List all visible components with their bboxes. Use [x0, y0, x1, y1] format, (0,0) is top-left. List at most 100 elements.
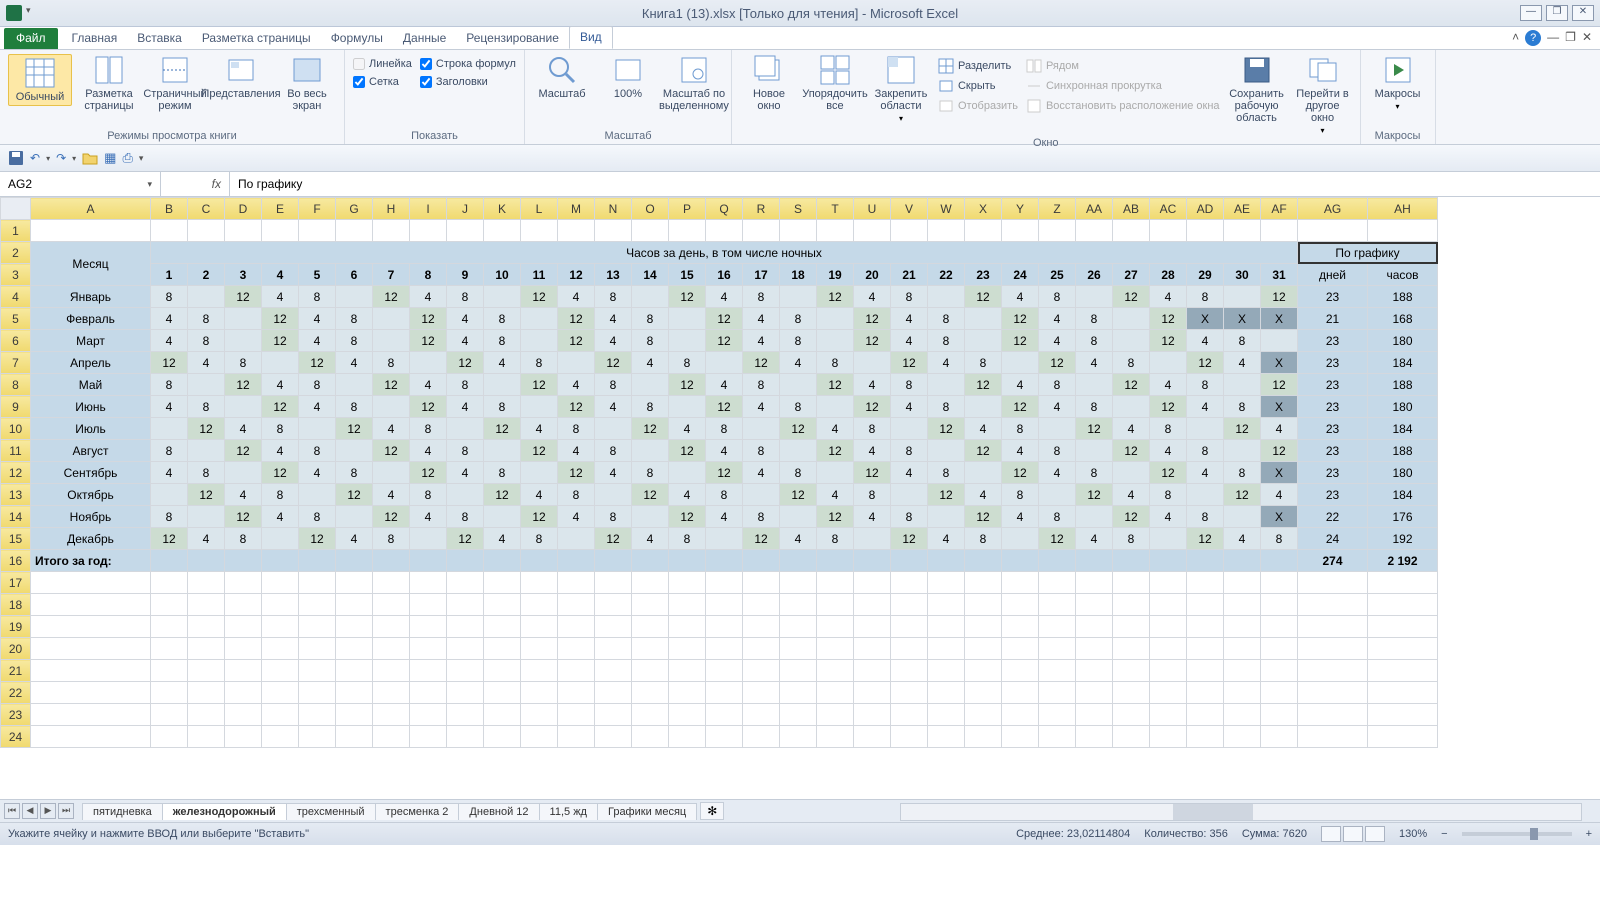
cell[interactable]: 12: [1076, 484, 1113, 506]
macros-button[interactable]: Макросы▾: [1369, 54, 1427, 111]
cell[interactable]: 12: [1076, 418, 1113, 440]
cell[interactable]: [743, 616, 780, 638]
cell[interactable]: 12: [336, 418, 373, 440]
cell[interactable]: [854, 352, 891, 374]
cell[interactable]: 12: [669, 374, 706, 396]
month-name[interactable]: Сентябрь: [31, 462, 151, 484]
cell[interactable]: [336, 594, 373, 616]
cell[interactable]: 12: [817, 286, 854, 308]
qat-btn-1[interactable]: ▦: [104, 150, 116, 166]
col-header[interactable]: E: [262, 198, 299, 220]
doc-close-icon[interactable]: ✕: [1582, 30, 1592, 46]
cell[interactable]: 12: [484, 484, 521, 506]
cell[interactable]: 12: [632, 418, 669, 440]
col-header[interactable]: O: [632, 198, 669, 220]
cell[interactable]: [1113, 396, 1150, 418]
cell[interactable]: [1261, 704, 1298, 726]
cell[interactable]: 8: [632, 330, 669, 352]
cell[interactable]: 12: [373, 506, 410, 528]
cell[interactable]: [225, 638, 262, 660]
cell[interactable]: [854, 638, 891, 660]
cell[interactable]: 12: [521, 506, 558, 528]
cell[interactable]: 12: [558, 462, 595, 484]
cell[interactable]: [262, 352, 299, 374]
cell[interactable]: 12: [632, 484, 669, 506]
cell[interactable]: 12: [1113, 374, 1150, 396]
cell[interactable]: [780, 726, 817, 748]
cell[interactable]: [669, 396, 706, 418]
cell[interactable]: [1368, 660, 1438, 682]
tab-page-layout[interactable]: Разметка страницы: [192, 28, 321, 49]
cell[interactable]: 12: [225, 374, 262, 396]
qat-more-icon[interactable]: ▾: [139, 153, 144, 164]
cell[interactable]: 4: [299, 396, 336, 418]
new-sheet-icon[interactable]: ✻: [700, 802, 724, 820]
sheet-tab[interactable]: Графики месяц: [597, 803, 697, 820]
cell[interactable]: [780, 506, 817, 528]
cell[interactable]: [928, 440, 965, 462]
cell[interactable]: 12: [854, 308, 891, 330]
cell[interactable]: 12: [1150, 396, 1187, 418]
cell[interactable]: [31, 572, 151, 594]
cell[interactable]: 8: [595, 506, 632, 528]
cell[interactable]: 12: [558, 330, 595, 352]
close-button[interactable]: ✕: [1572, 5, 1594, 21]
cell[interactable]: 12: [1002, 330, 1039, 352]
cell[interactable]: [299, 660, 336, 682]
cell[interactable]: 8: [558, 484, 595, 506]
cell[interactable]: [225, 396, 262, 418]
cell[interactable]: 12: [965, 374, 1002, 396]
cell[interactable]: 8: [188, 308, 225, 330]
month-days[interactable]: 22: [1298, 506, 1368, 528]
cell[interactable]: X: [1261, 352, 1298, 374]
cell[interactable]: 12: [965, 286, 1002, 308]
cell[interactable]: [188, 374, 225, 396]
cell[interactable]: [1187, 220, 1224, 242]
cell[interactable]: 8: [299, 506, 336, 528]
sheet-tab[interactable]: железнодорожный: [162, 803, 287, 820]
cell[interactable]: [299, 682, 336, 704]
col-header[interactable]: F: [299, 198, 336, 220]
cell[interactable]: 4: [854, 440, 891, 462]
cell[interactable]: [706, 682, 743, 704]
cell[interactable]: [373, 594, 410, 616]
cell[interactable]: [521, 330, 558, 352]
month-name[interactable]: Октябрь: [31, 484, 151, 506]
cell[interactable]: 8: [632, 462, 669, 484]
cell[interactable]: 4: [447, 308, 484, 330]
cell[interactable]: 8: [1002, 484, 1039, 506]
arrange-all-button[interactable]: Упорядочить все: [806, 54, 864, 112]
cell[interactable]: 12: [262, 308, 299, 330]
cell[interactable]: 4: [706, 440, 743, 462]
cell[interactable]: [1298, 616, 1368, 638]
cell[interactable]: 8: [706, 418, 743, 440]
col-header[interactable]: T: [817, 198, 854, 220]
cell[interactable]: [1224, 682, 1261, 704]
col-header[interactable]: M: [558, 198, 595, 220]
cell[interactable]: [928, 506, 965, 528]
tab-file[interactable]: Файл: [4, 28, 58, 49]
cell[interactable]: 8: [928, 462, 965, 484]
cell[interactable]: [632, 660, 669, 682]
cell[interactable]: [299, 616, 336, 638]
cell[interactable]: [743, 594, 780, 616]
cell[interactable]: [225, 660, 262, 682]
cell[interactable]: [299, 594, 336, 616]
cell[interactable]: X: [1261, 396, 1298, 418]
cell[interactable]: [965, 660, 1002, 682]
cell[interactable]: [595, 220, 632, 242]
cell[interactable]: 12: [1261, 440, 1298, 462]
header-day[interactable]: 15: [669, 264, 706, 286]
cell[interactable]: 4: [743, 396, 780, 418]
cell[interactable]: X: [1261, 462, 1298, 484]
col-header[interactable]: X: [965, 198, 1002, 220]
cell[interactable]: [1261, 594, 1298, 616]
cell[interactable]: [373, 682, 410, 704]
cell[interactable]: [1113, 220, 1150, 242]
cell[interactable]: [1076, 726, 1113, 748]
col-header[interactable]: Y: [1002, 198, 1039, 220]
zoom-in-icon[interactable]: +: [1586, 828, 1592, 840]
cell[interactable]: 8: [521, 352, 558, 374]
month-name[interactable]: Март: [31, 330, 151, 352]
cell[interactable]: [928, 638, 965, 660]
